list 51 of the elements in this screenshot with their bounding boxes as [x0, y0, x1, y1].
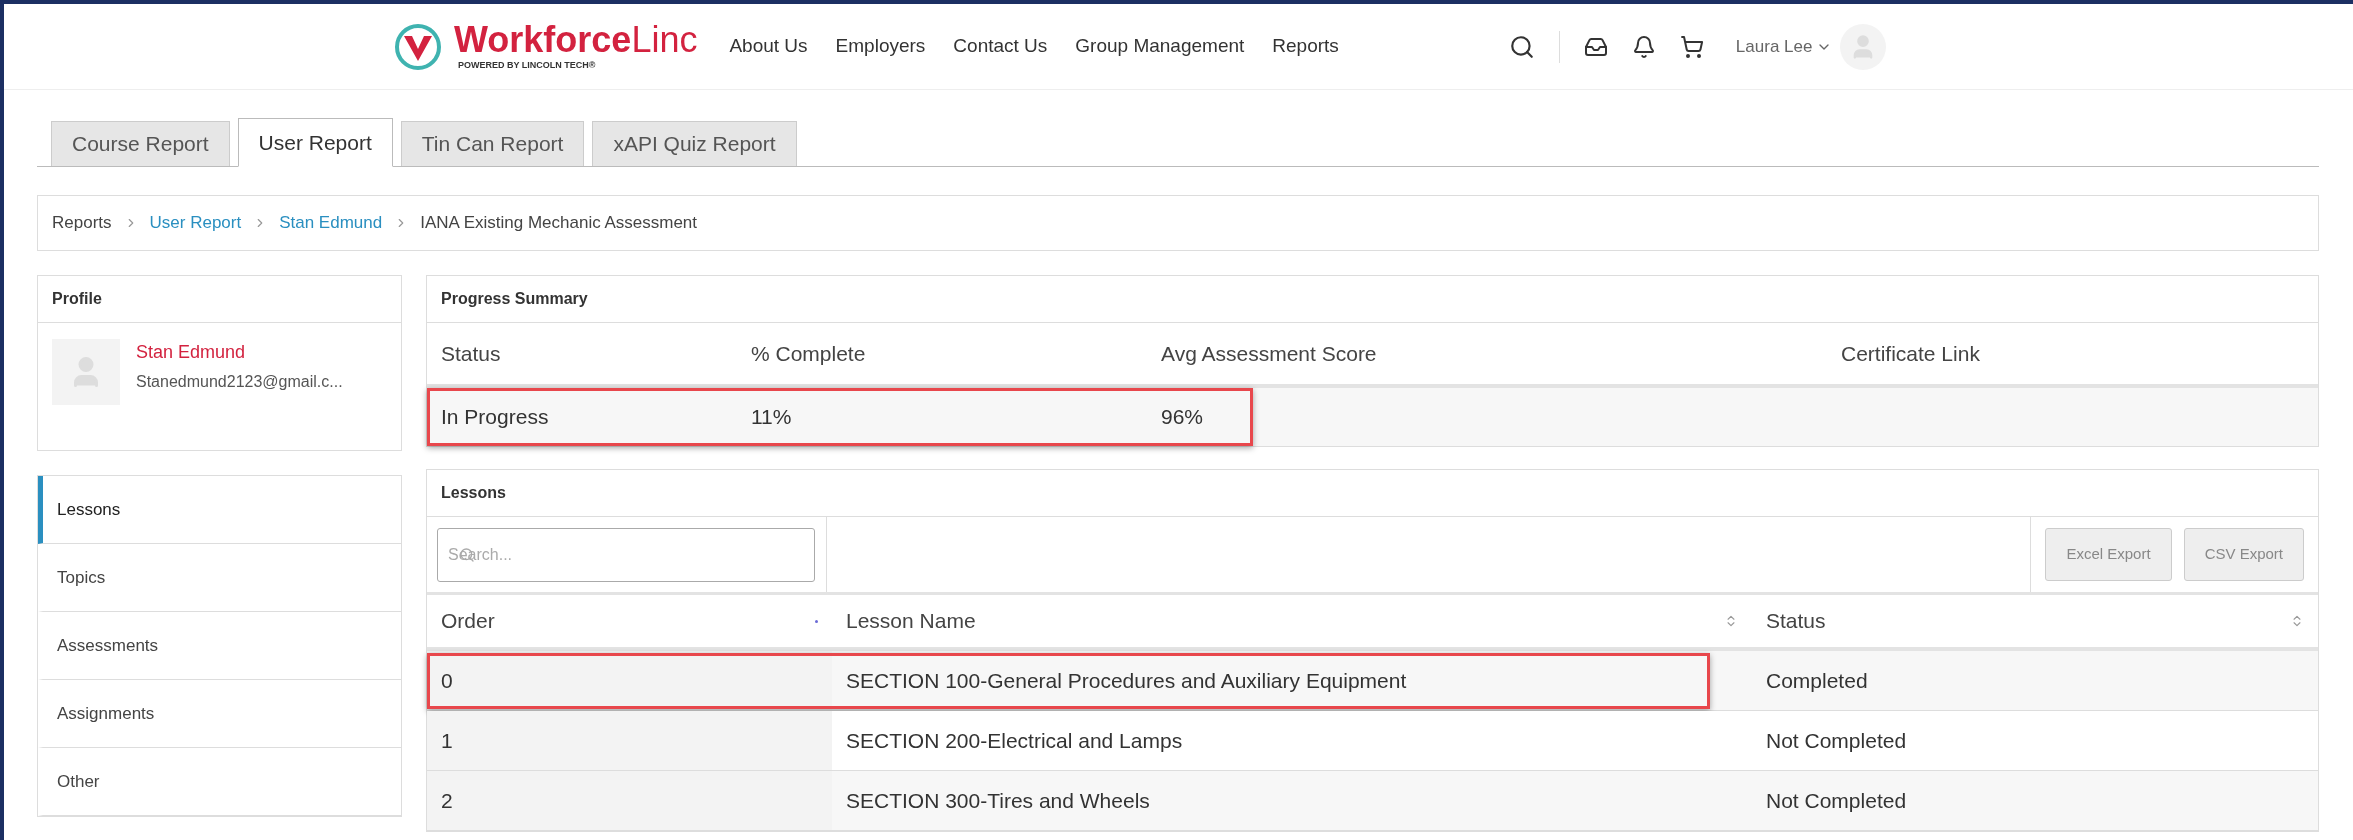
- column-header[interactable]: Status: [1766, 605, 1826, 637]
- column-header: Status: [441, 341, 501, 365]
- nav-link[interactable]: About Us: [729, 32, 808, 61]
- sort-icon[interactable]: [815, 619, 818, 623]
- sidebar-item[interactable]: Assignments: [38, 680, 401, 748]
- logo-wordmark: WorkforceLinc: [454, 20, 698, 59]
- sidebar-item[interactable]: Assessments: [38, 612, 401, 680]
- table-cell: 96%: [1161, 405, 1204, 429]
- sidebar-item[interactable]: Topics: [38, 544, 401, 612]
- table-cell-text: SECTION 200-Electrical and Lamps: [846, 727, 1183, 754]
- nav-link[interactable]: Employers: [835, 32, 926, 61]
- breadcrumb-link[interactable]: User Report: [149, 210, 242, 236]
- nav-link[interactable]: Reports: [1272, 32, 1339, 61]
- logo-tagline: POWERED BY LINCOLN TECH®: [458, 58, 597, 72]
- column-header[interactable]: Order: [441, 605, 495, 637]
- table-cell-text: 0: [441, 667, 453, 694]
- table-cell-text: Not Completed: [1766, 727, 1907, 754]
- sidebar-item[interactable]: Other: [38, 748, 401, 816]
- table-cell-text: SECTION 300-Tires and Wheels: [846, 787, 1150, 814]
- avatar-icon: [52, 339, 120, 405]
- report-tab[interactable]: User Report: [237, 118, 393, 167]
- table-cell-text: 1: [441, 727, 453, 754]
- nav-link[interactable]: Group Management: [1075, 32, 1245, 61]
- column-header: % Complete: [751, 341, 866, 365]
- profile-email: Stanedmund2123@gmail.c...: [136, 372, 343, 392]
- column-header: Certificate Link: [1841, 341, 1980, 365]
- column-header[interactable]: Lesson Name: [846, 605, 976, 637]
- report-tab[interactable]: Tin Can Report: [400, 121, 585, 166]
- breadcrumb-link[interactable]: Stan Edmund: [279, 210, 383, 236]
- sidebar-item[interactable]: Lessons: [38, 476, 401, 544]
- card-title: Profile: [52, 289, 102, 309]
- cart-icon[interactable]: [1679, 34, 1704, 59]
- profile-name[interactable]: Stan Edmund: [136, 339, 343, 366]
- card-title: Lessons: [441, 483, 506, 503]
- table-cell-text: Not Completed: [1766, 787, 1907, 814]
- user-menu[interactable]: Laura Lee: [1735, 33, 1833, 60]
- table-cell: In Progress: [441, 405, 549, 429]
- table-cell-text: SECTION 100-General Procedures and Auxiliary Equipment: [846, 667, 1407, 694]
- table-cell: 11%: [751, 405, 792, 429]
- logo-icon: [394, 22, 442, 71]
- report-tab[interactable]: Course Report: [51, 121, 230, 166]
- nav-link[interactable]: Contact Us: [953, 32, 1048, 61]
- column-header: Avg Assessment Score: [1161, 341, 1377, 365]
- table-cell-text: 2: [441, 787, 453, 814]
- search-icon[interactable]: [1508, 33, 1535, 60]
- breadcrumb-item: IANA Existing Mechanic Assessment: [420, 212, 698, 235]
- breadcrumb-item: Reports: [52, 212, 112, 235]
- bell-icon[interactable]: [1631, 34, 1656, 59]
- table-cell-text: Completed: [1766, 667, 1868, 694]
- report-tab[interactable]: xAPI Quiz Report: [592, 121, 797, 166]
- card-title: Progress Summary: [441, 289, 588, 309]
